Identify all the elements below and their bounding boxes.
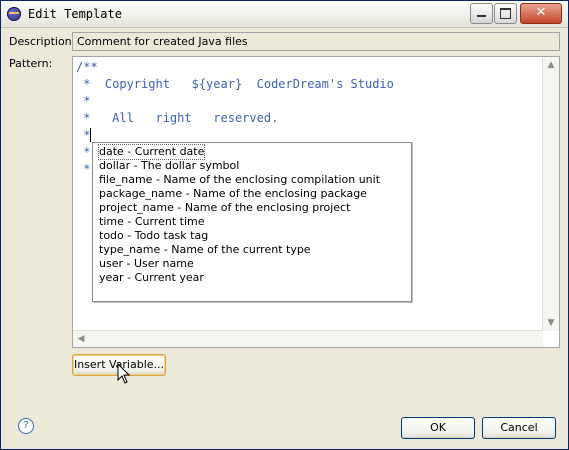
code-line: *	[76, 128, 91, 142]
horizontal-scrollbar[interactable]: ◀	[73, 330, 543, 347]
scroll-up-icon[interactable]: ▲	[543, 57, 559, 73]
minimize-icon	[477, 15, 486, 17]
mouse-pointer-icon	[117, 363, 131, 384]
variable-item-user[interactable]: user - User name	[99, 257, 194, 271]
variable-item-todo[interactable]: todo - Todo task tag	[99, 229, 208, 243]
description-value: Comment for created Java files	[77, 35, 248, 48]
scroll-down-icon[interactable]: ▼	[543, 315, 559, 331]
variable-item-dollar[interactable]: dollar - The dollar symbol	[99, 159, 239, 173]
variable-item-file-name[interactable]: file_name - Name of the enclosing compil…	[99, 173, 380, 187]
variable-item-project-name[interactable]: project_name - Name of the enclosing pro…	[99, 201, 350, 215]
vertical-scrollbar[interactable]: ▲ ▼	[542, 57, 559, 331]
code-line: *	[76, 94, 91, 108]
code-line: *	[76, 145, 91, 159]
ok-button[interactable]: OK	[401, 417, 475, 439]
variable-item-time[interactable]: time - Current time	[99, 215, 204, 229]
help-icon[interactable]: ?	[18, 418, 34, 434]
maximize-icon	[500, 8, 511, 19]
code-line: * All right reserved.	[76, 111, 279, 125]
close-button[interactable]: ✕	[520, 3, 562, 24]
cancel-button[interactable]: Cancel	[482, 417, 556, 439]
code-line: *	[76, 162, 91, 176]
variable-item-date[interactable]: date - Current date	[97, 144, 206, 160]
close-icon: ✕	[535, 5, 547, 20]
window-title: Edit Template	[28, 7, 122, 21]
minimize-button[interactable]	[470, 3, 493, 24]
variable-item-package-name[interactable]: package_name - Name of the enclosing pac…	[99, 187, 367, 201]
description-field[interactable]: Comment for created Java files	[72, 32, 560, 51]
code-line: /**	[76, 60, 98, 74]
description-label: Description:	[9, 35, 76, 48]
variable-item-type-name[interactable]: type_name - Name of the current type	[99, 243, 311, 257]
variable-proposal-popup: date - Current date dollar - The dollar …	[92, 142, 412, 302]
maximize-button[interactable]	[494, 3, 517, 24]
eclipse-icon	[7, 7, 21, 21]
text-caret	[90, 128, 91, 142]
scroll-left-icon[interactable]: ◀	[73, 331, 89, 347]
pattern-label: Pattern:	[9, 57, 53, 70]
code-line: * Copyright ${year} CoderDream's Studio	[76, 77, 394, 91]
title-bar[interactable]: Edit Template ✕	[1, 1, 568, 28]
variable-item-year[interactable]: year - Current year	[99, 271, 204, 285]
edit-template-dialog: Edit Template ✕ Description: Comment for…	[0, 0, 569, 450]
